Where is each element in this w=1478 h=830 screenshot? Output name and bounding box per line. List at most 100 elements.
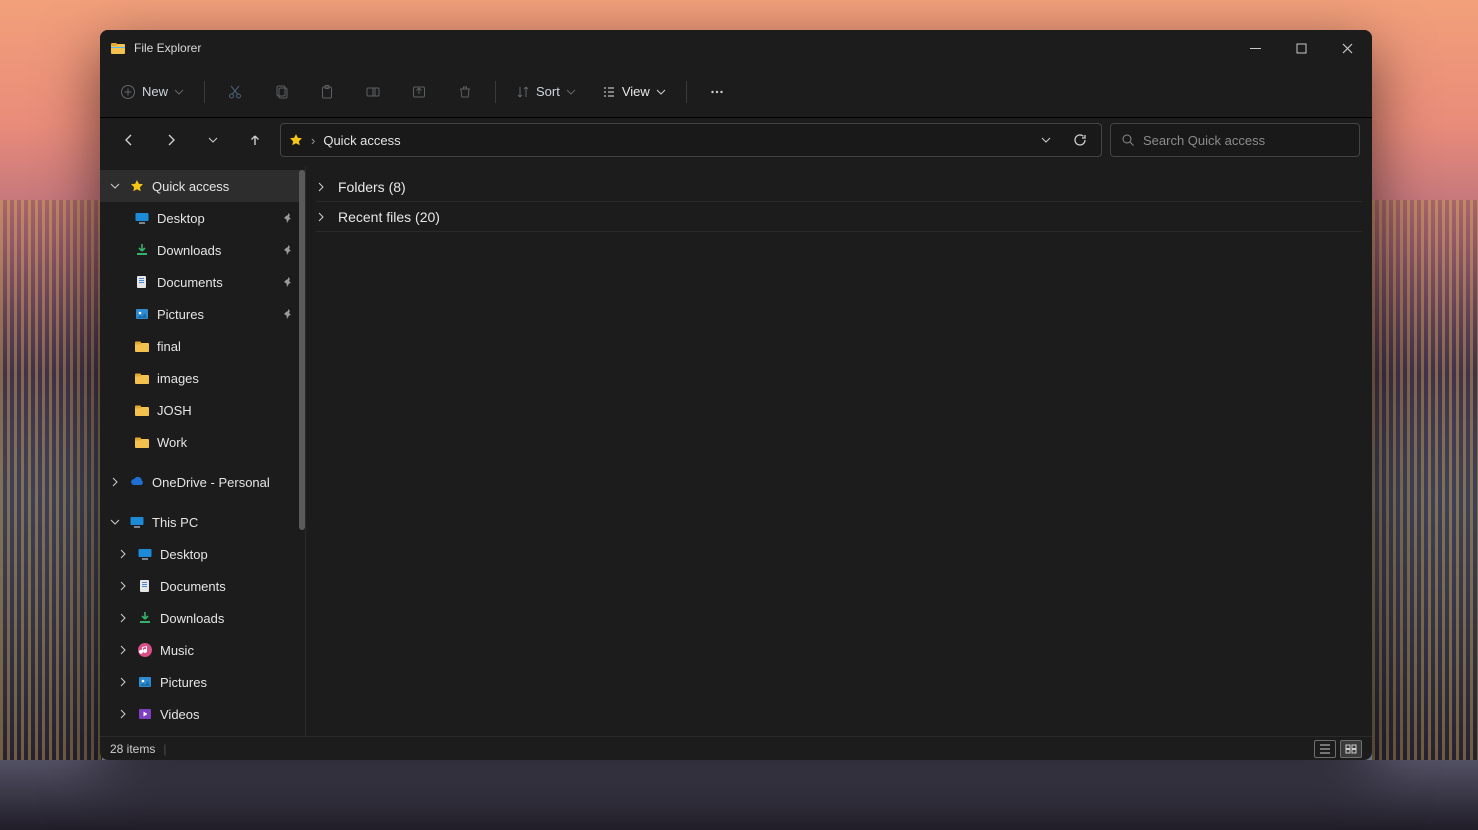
navigation-pane[interactable]: Quick access Desktop Downloads Documents… [100, 166, 306, 736]
sidebar-pc-music[interactable]: Music [100, 634, 305, 666]
close-button[interactable] [1324, 32, 1370, 64]
sidebar-scrollbar[interactable] [299, 170, 305, 530]
chevron-right-icon[interactable] [116, 613, 130, 623]
sidebar-pc-videos[interactable]: Videos [100, 698, 305, 730]
desktop-icon [134, 210, 150, 226]
downloads-icon [134, 242, 150, 258]
sidebar-item-work[interactable]: Work [100, 426, 305, 458]
paste-button[interactable] [309, 74, 345, 110]
chevron-right-icon[interactable] [116, 677, 130, 687]
toolbar: New Sort View [100, 66, 1372, 118]
view-button[interactable]: View [594, 74, 674, 110]
up-button[interactable] [238, 123, 272, 157]
sidebar-onedrive[interactable]: OneDrive - Personal [100, 466, 305, 498]
more-icon [709, 84, 725, 100]
large-icons-view-button[interactable] [1340, 740, 1362, 758]
search-box[interactable] [1110, 123, 1360, 157]
sidebar-item-label: Desktop [157, 211, 205, 226]
sidebar-item-label: Desktop [160, 547, 208, 562]
this-pc-icon [129, 514, 145, 530]
documents-icon [137, 578, 153, 594]
chevron-down-icon[interactable] [108, 181, 122, 191]
pictures-icon [134, 306, 150, 322]
sidebar-this-pc[interactable]: This PC [100, 506, 305, 538]
separator [495, 81, 496, 103]
minimize-button[interactable] [1232, 32, 1278, 64]
details-view-button[interactable] [1314, 740, 1336, 758]
chevron-down-icon [566, 87, 576, 97]
rename-button[interactable] [355, 74, 391, 110]
sidebar-item-josh[interactable]: JOSH [100, 394, 305, 426]
sidebar-item-documents[interactable]: Documents [100, 266, 305, 298]
back-button[interactable] [112, 123, 146, 157]
maximize-button[interactable] [1278, 32, 1324, 64]
group-label: Folders (8) [338, 179, 406, 195]
delete-button[interactable] [447, 74, 483, 110]
sidebar-item-label: images [157, 371, 199, 386]
sidebar-pc-desktop[interactable]: Desktop [100, 538, 305, 570]
pin-icon [283, 212, 295, 224]
sidebar-item-desktop[interactable]: Desktop [100, 202, 305, 234]
nav-row: › Quick access [100, 118, 1372, 166]
chevron-right-icon[interactable] [316, 182, 330, 192]
forward-button[interactable] [154, 123, 188, 157]
sort-button-label: Sort [536, 84, 560, 99]
pin-icon [283, 276, 295, 288]
sidebar-item-label: OneDrive - Personal [152, 475, 270, 490]
chevron-right-icon[interactable] [108, 477, 122, 487]
recent-locations-button[interactable] [196, 123, 230, 157]
refresh-button[interactable] [1067, 133, 1093, 147]
new-button[interactable]: New [112, 74, 192, 110]
content-area[interactable]: Folders (8) Recent files (20) [306, 166, 1372, 736]
chevron-right-icon[interactable] [116, 709, 130, 719]
sidebar-pc-documents[interactable]: Documents [100, 570, 305, 602]
chevron-right-icon[interactable] [316, 212, 330, 222]
address-dropdown[interactable] [1033, 135, 1059, 145]
separator [204, 81, 205, 103]
sidebar-item-label: Downloads [160, 611, 224, 626]
sidebar-item-label: Music [160, 643, 194, 658]
window-title: File Explorer [134, 41, 201, 55]
chevron-right-icon[interactable] [116, 549, 130, 559]
wallpaper-bottom [0, 760, 1478, 830]
cut-button[interactable] [217, 74, 253, 110]
chevron-right-icon[interactable] [116, 581, 130, 591]
sidebar-item-label: This PC [152, 515, 198, 530]
titlebar[interactable]: File Explorer [100, 30, 1372, 66]
address-bar[interactable]: › Quick access [280, 123, 1102, 157]
search-icon [1121, 133, 1135, 147]
desktop-icon [137, 546, 153, 562]
star-icon [129, 178, 145, 194]
sidebar-item-pictures[interactable]: Pictures [100, 298, 305, 330]
chevron-down-icon[interactable] [108, 517, 122, 527]
app-icon [110, 40, 126, 56]
sidebar-quick-access[interactable]: Quick access [100, 170, 305, 202]
sidebar-item-final[interactable]: final [100, 330, 305, 362]
sidebar-pc-downloads[interactable]: Downloads [100, 602, 305, 634]
sidebar-item-downloads[interactable]: Downloads [100, 234, 305, 266]
chevron-down-icon [656, 87, 666, 97]
sort-button[interactable]: Sort [508, 74, 584, 110]
group-label: Recent files (20) [338, 209, 440, 225]
videos-icon [137, 706, 153, 722]
documents-icon [134, 274, 150, 290]
status-bar: 28 items | [100, 736, 1372, 760]
group-recent-files[interactable]: Recent files (20) [316, 204, 1362, 232]
sidebar-item-label: Pictures [160, 675, 207, 690]
folder-icon [134, 338, 150, 354]
chevron-down-icon [174, 87, 184, 97]
folder-icon [134, 402, 150, 418]
more-button[interactable] [699, 74, 735, 110]
sidebar-item-images[interactable]: images [100, 362, 305, 394]
sidebar-pc-pictures[interactable]: Pictures [100, 666, 305, 698]
star-icon [289, 133, 303, 147]
copy-button[interactable] [263, 74, 299, 110]
group-folders[interactable]: Folders (8) [316, 174, 1362, 202]
chevron-right-icon[interactable] [116, 645, 130, 655]
search-input[interactable] [1143, 133, 1349, 148]
wallpaper-left [0, 200, 102, 760]
breadcrumb-separator: › [311, 133, 315, 148]
downloads-icon [137, 610, 153, 626]
share-button[interactable] [401, 74, 437, 110]
breadcrumb-location[interactable]: Quick access [323, 133, 400, 148]
